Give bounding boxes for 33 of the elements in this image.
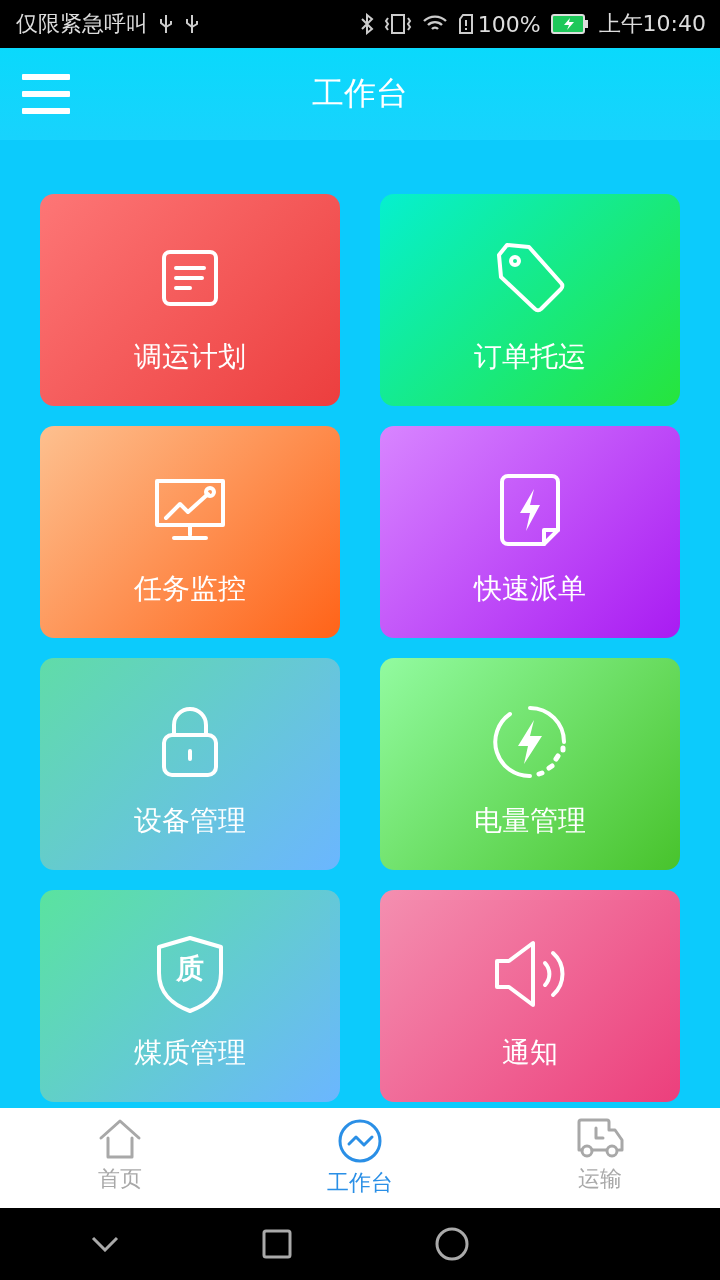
monitor-chart-icon: [154, 478, 226, 542]
nav-tab[interactable]: 工作台: [240, 1108, 480, 1208]
lock-icon: [160, 705, 220, 779]
lightning-circle-icon: [492, 704, 568, 780]
clock-text: 上午10:40: [598, 10, 706, 38]
document-icon: [160, 248, 220, 308]
feature-tile[interactable]: 通知: [380, 890, 680, 1102]
status-text: 仅限紧急呼叫: [16, 10, 148, 38]
feature-tile[interactable]: 质 煤质管理: [40, 890, 340, 1102]
home-icon: [98, 1118, 142, 1160]
speaker-icon: [493, 939, 567, 1009]
feature-tile[interactable]: 快速派单: [380, 426, 680, 638]
page-title: 工作台: [312, 73, 408, 114]
lightning-document-icon: [498, 473, 562, 547]
usb-icon: [184, 13, 200, 35]
circle-icon[interactable]: [434, 1227, 469, 1261]
feature-tile[interactable]: 任务监控: [40, 426, 340, 638]
battery-text: 100%: [477, 11, 541, 37]
truck-icon: [576, 1118, 624, 1160]
feature-tile[interactable]: 订单托运: [380, 194, 680, 406]
sim-icon: [457, 13, 474, 35]
feature-tile[interactable]: 设备管理: [40, 658, 340, 870]
feature-tile[interactable]: 电量管理: [380, 658, 680, 870]
trend-circle-icon: [337, 1118, 383, 1164]
back-chevron-icon[interactable]: [91, 1236, 120, 1252]
usb-icon: [158, 13, 174, 35]
bluetooth-icon: [359, 13, 374, 35]
battery-icon: [550, 14, 589, 34]
square-icon[interactable]: [262, 1229, 292, 1259]
vibrate-icon: [383, 13, 412, 35]
nav-tab[interactable]: 运输: [480, 1108, 720, 1208]
feature-tile[interactable]: 调运计划: [40, 194, 340, 406]
nav-tab[interactable]: 首页: [0, 1108, 240, 1208]
